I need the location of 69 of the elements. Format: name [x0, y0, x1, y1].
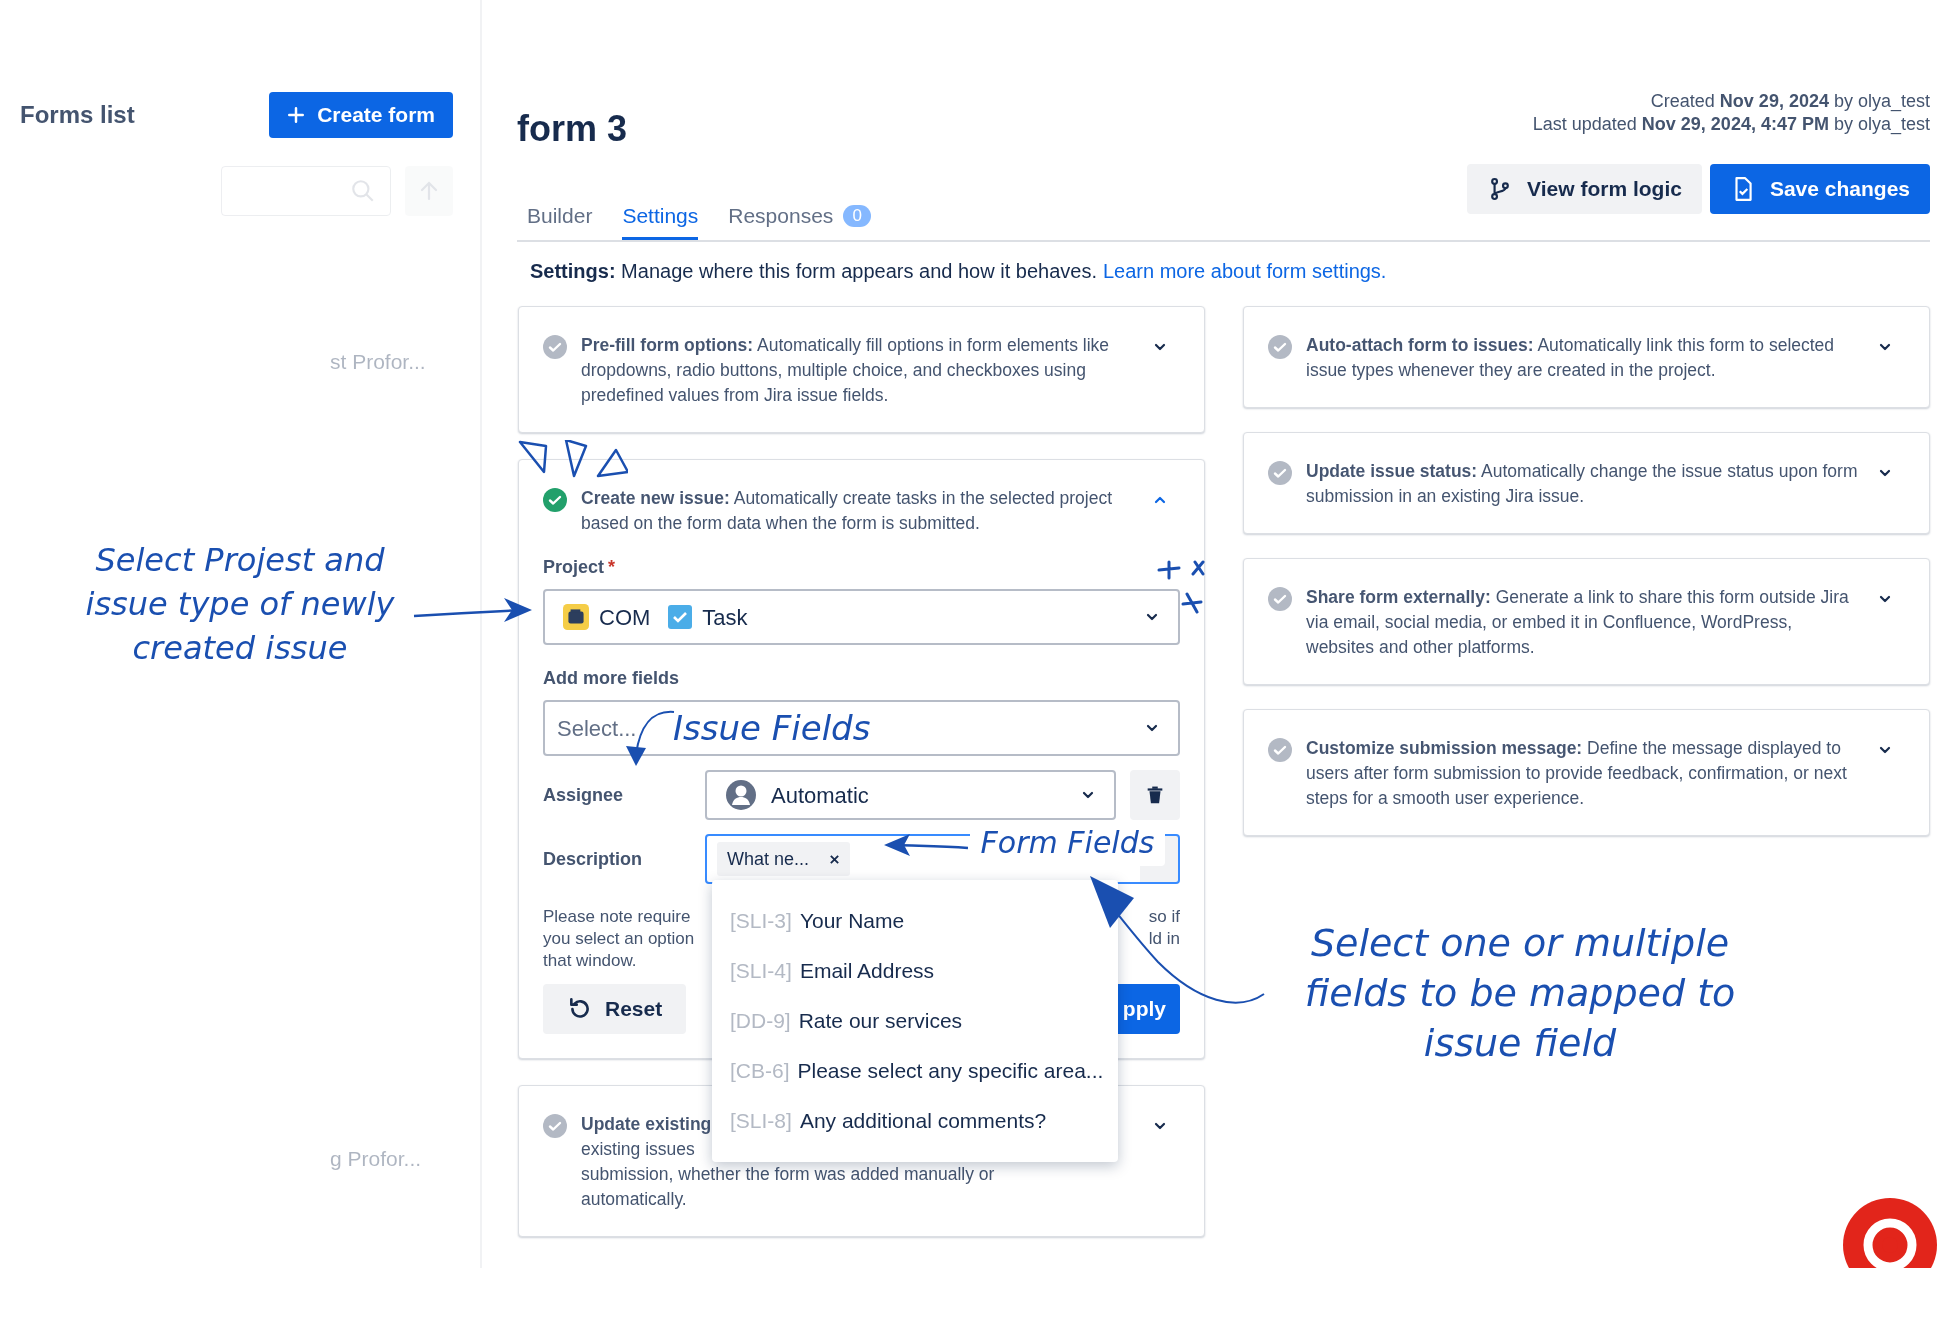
dropdown-option[interactable]: [SLI-4] Email Address — [712, 946, 953, 996]
tab[interactable]: Builder — [527, 194, 593, 240]
assignee-select[interactable]: Automatic — [705, 770, 1116, 820]
delete-button[interactable] — [1130, 770, 1180, 820]
form-title: form 3 — [517, 107, 628, 151]
count-badge: 0 — [843, 204, 872, 227]
card-description: Update issue status: Automatically change the issue status upon form submission in an existing Jira issue. — [1306, 460, 1859, 508]
help-ring-icon[interactable] — [1843, 1198, 1937, 1268]
plus-icon — [287, 106, 306, 124]
field-chip[interactable]: What ne... — [717, 842, 851, 876]
user-avatar-icon — [725, 779, 757, 811]
card-title: Update existing — [581, 1113, 712, 1136]
search-field[interactable] — [221, 166, 391, 216]
card-description: Share form externally: Generate a link to share this form outside Jira via email, social media, or embed it in Confluence, WordPress, websites and other platforms. — [1306, 586, 1850, 659]
add-fields-label: Add more fields — [543, 667, 681, 690]
dropdown-option[interactable]: [CB-6] Please select any specific area... — [712, 1046, 1122, 1096]
card-description: Customize submission message: Define the message displayed to users after form submission to provide feedback, confirmation, or next steps for a smooth user experience. — [1306, 737, 1848, 810]
create-form-button[interactable]: Create form — [269, 92, 453, 138]
card-description: Pre-fill form options: Automatically fill options in form elements like dropdowns, radio buttons, multiple choice, and checkboxes using predefined values from Jira issue fields. — [581, 334, 1111, 407]
note-text-line: so if — [1148, 906, 1180, 928]
save-button[interactable]: Save changes — [1709, 164, 1930, 214]
field-label: Assignee — [543, 783, 625, 807]
updated-info: Last updated Nov 29, 2024, 4:47 PM by olya_test — [1532, 113, 1930, 136]
dropdown-option[interactable]: [SLI-3] Your Name — [712, 896, 923, 946]
card-description-line: existing issues — [581, 1138, 696, 1161]
field-label: Description — [543, 847, 644, 871]
dropdown-option[interactable]: [DD-9] Rate our services — [712, 996, 981, 1046]
option-code: [CB-6] — [730, 1058, 790, 1085]
select-value: Automatic — [771, 781, 869, 810]
note-text-line: ld in — [1148, 928, 1180, 950]
dropdown-option[interactable]: [SLI-8] Any additional comments? — [712, 1096, 1065, 1146]
tab[interactable]: Settings — [622, 194, 699, 240]
annotation-text: Select one or multiple fields to be mapped to issue field — [1303, 920, 1737, 1067]
option-code: [SLI-8] — [730, 1108, 792, 1135]
add-fields-select[interactable]: Select... Issue Fields — [543, 700, 1180, 756]
card-description: Create new issue: Automatically create tasks in the selected project based on the form data when the form is submitted. — [581, 487, 1114, 535]
option-label: Please select any specific area... — [797, 1058, 1104, 1085]
created-info: Created Nov 29, 2024 by olya_test — [1649, 90, 1930, 113]
option-label: Email Address — [799, 958, 935, 985]
remove-icon[interactable] — [829, 853, 841, 865]
settings-help-link[interactable]: Learn more about form settings. — [1102, 256, 1387, 286]
project-key: COM — [599, 600, 651, 634]
project-label: Project — [543, 556, 605, 579]
note-text-line: that window. — [543, 950, 638, 972]
option-code: [SLI-4] — [730, 958, 792, 985]
required-mark: * — [608, 556, 616, 579]
tab[interactable]: Responses 0 — [728, 194, 872, 240]
reset-button[interactable]: Reset — [543, 984, 687, 1034]
view-logic-button[interactable]: View form logic — [1467, 164, 1702, 214]
card-description-line: automatically. — [581, 1188, 688, 1211]
option-label: Your Name — [799, 908, 905, 935]
option-code: [SLI-3] — [730, 908, 792, 935]
sidebar-title: Forms list — [20, 100, 135, 130]
project-select[interactable]: COM Task — [543, 589, 1180, 645]
task-icon — [668, 605, 693, 629]
option-label: Any additional comments? — [799, 1108, 1047, 1135]
project-avatar-icon — [563, 604, 589, 630]
issue-type: Task — [702, 603, 748, 632]
option-code: [DD-9] — [730, 1008, 791, 1035]
settings-description: Settings: Manage where this form appears and how it behaves. — [530, 259, 1097, 284]
search-icon — [350, 178, 376, 204]
annotation-text: Issue Fields — [673, 707, 872, 750]
select-placeholder: Select... — [557, 714, 637, 743]
note-text-line: Please note require — [543, 906, 692, 928]
annotation-text: Select Projest and issue type of newly created issue — [84, 540, 396, 669]
option-label: Rate our services — [798, 1008, 963, 1035]
card-description-line: submission, whether the form was added manually or — [581, 1163, 996, 1186]
card-description: Auto-attach form to issues: Automatically link this form to selected issue types whenever they are created in the project. — [1306, 334, 1836, 382]
note-text-line: you select an option — [543, 928, 695, 950]
